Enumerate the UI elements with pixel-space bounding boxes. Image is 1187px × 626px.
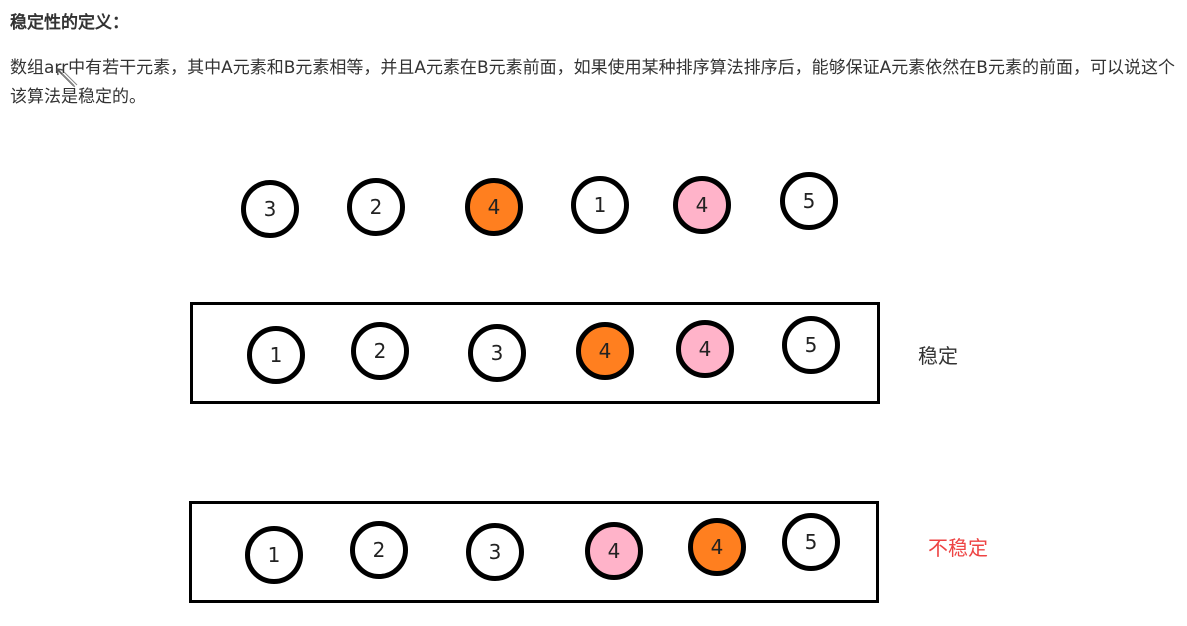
unstable-label: 不稳定	[928, 536, 988, 560]
ball-stable-4: 4	[576, 322, 634, 380]
ball-unstable-2: 2	[350, 521, 408, 579]
ball-original-5: 4	[673, 176, 731, 234]
ball-original-2: 2	[347, 178, 405, 236]
ball-stable-2: 2	[351, 322, 409, 380]
stability-diagram: 3 2 4 1 4 5 1 2 3 4 4 5 稳定 1 2 3 4 4 5 不…	[0, 0, 1187, 626]
ball-unstable-5: 4	[688, 518, 746, 576]
ball-unstable-6: 5	[782, 513, 840, 571]
ball-unstable-4: 4	[585, 522, 643, 580]
ball-stable-6: 5	[782, 316, 840, 374]
ball-unstable-3: 3	[466, 523, 524, 581]
ball-original-1: 3	[241, 180, 299, 238]
ball-original-6: 5	[780, 172, 838, 230]
ball-original-3: 4	[465, 178, 523, 236]
ball-original-4: 1	[571, 176, 629, 234]
ball-stable-3: 3	[468, 324, 526, 382]
ball-stable-5: 4	[676, 320, 734, 378]
ball-stable-1: 1	[247, 326, 305, 384]
stable-label: 稳定	[918, 344, 958, 368]
ball-unstable-1: 1	[245, 526, 303, 584]
